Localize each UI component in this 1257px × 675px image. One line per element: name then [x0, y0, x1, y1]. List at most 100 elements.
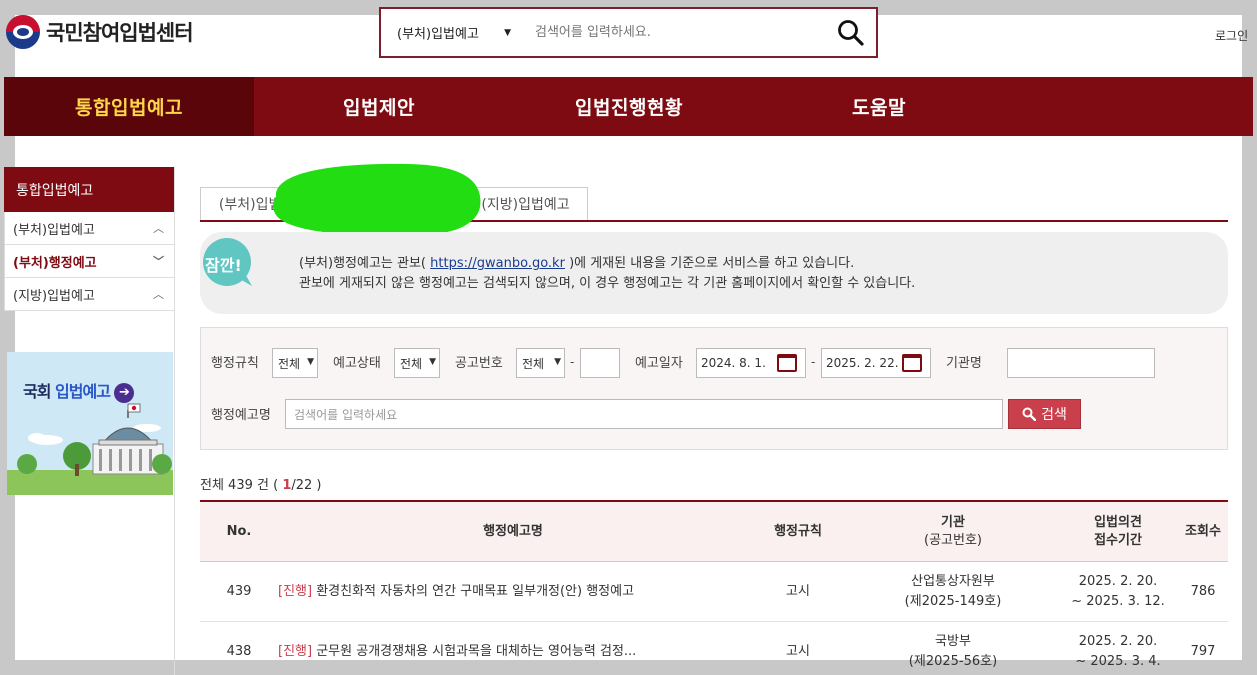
- col-period-line2: 접수기간: [1094, 532, 1142, 548]
- filter-search-label: 검색: [1041, 407, 1067, 423]
- sidebar-item-label: (부처)입법예고: [13, 222, 95, 238]
- row-title: 군무원 공개경쟁채용 시험과목을 대체하는 영어능력 검정...: [316, 643, 637, 659]
- col-views: 조회수: [1185, 523, 1221, 539]
- notice-line-1: (부처)행정예고는 관보( https://gwanbo.go.kr )에 게재…: [299, 254, 915, 274]
- main-nav: 통합입법예고 입법제안 입법진행현황 도움말: [4, 77, 1253, 136]
- col-period: 입법의견 접수기간: [1058, 514, 1178, 550]
- row-org: 국방부 (제2025-56호): [848, 632, 1058, 672]
- caret-down-icon: ▼: [307, 357, 314, 367]
- notice-badge-text: 잠깐!: [205, 256, 242, 275]
- chevron-up-icon: ︿: [153, 222, 164, 235]
- rule-select-value: 전체: [278, 356, 301, 371]
- status-select-value: 전체: [400, 356, 423, 371]
- notice-line1-pre: (부처)행정예고는 관보(: [299, 256, 426, 271]
- sidebar-divider: [174, 167, 175, 675]
- table-row: 438 [진행] 군무원 공개경쟁채용 시험과목을 대체하는 영어능력 검정..…: [200, 622, 1228, 675]
- notice-line1-post: )에 게재된 내용을 기준으로 서비스를 하고 있습니다.: [569, 256, 855, 271]
- search-filter-panel: [200, 327, 1228, 450]
- sidebar-item-label: (부처)행정예고: [13, 255, 97, 271]
- summary-current-page: 1: [282, 478, 292, 493]
- name-input-placeholder: 검색어를 입력하세요: [294, 407, 398, 422]
- row-views: 797: [1190, 643, 1216, 659]
- col-no: No.: [226, 523, 252, 539]
- row-rule: 고시: [786, 583, 810, 599]
- tab-ministry-admin[interactable]: (부처)행정예고 ∨: [326, 187, 463, 222]
- row-status: [진행]: [278, 643, 313, 659]
- status-label: 예고상태: [333, 356, 381, 371]
- filter-search-button[interactable]: 검색: [1008, 399, 1081, 429]
- row-rule: 고시: [786, 643, 810, 659]
- summary-suffix: /22 ): [291, 478, 322, 493]
- row-title-link[interactable]: [진행] 환경친화적 자동차의 연간 구매목표 일부개정(안) 행정예고: [278, 582, 748, 602]
- sidebar-item-ministry-legislation[interactable]: (부처)입법예고 ︿: [4, 212, 174, 245]
- tab-local-legislation[interactable]: (지방)입법예고: [463, 187, 588, 220]
- nav-legislation-proposal[interactable]: 입법제안: [254, 77, 504, 136]
- date-from-value: 2024. 8. 1.: [701, 356, 766, 370]
- gwanbo-link[interactable]: https://gwanbo.go.kr: [430, 256, 565, 271]
- col-period-line1: 입법의견: [1094, 514, 1142, 530]
- row-org-name: 산업통상자원부: [911, 573, 995, 589]
- row-title: 환경친화적 자동차의 연간 구매목표 일부개정(안) 행정예고: [316, 583, 635, 599]
- search-category-select[interactable]: (부처)입법예고 ▼: [381, 23, 521, 42]
- status-select[interactable]: 전체 ▼: [394, 348, 440, 378]
- search-category-value: (부처)입법예고: [397, 27, 479, 42]
- dash-separator: -: [570, 355, 575, 369]
- caret-down-icon: ▼: [504, 27, 511, 38]
- row-org-name: 국방부: [935, 633, 971, 649]
- nav-legislation-status[interactable]: 입법진행현황: [504, 77, 754, 136]
- row-period-from: 2025. 2. 20.: [1078, 633, 1158, 649]
- rule-select[interactable]: 전체 ▼: [272, 348, 318, 378]
- row-status: [진행]: [278, 583, 313, 599]
- notice-no-select[interactable]: 전체 ▼: [516, 348, 565, 378]
- row-views: 786: [1190, 583, 1216, 599]
- national-assembly-banner[interactable]: 국회 입법예고 ➔: [7, 352, 173, 495]
- nav-help[interactable]: 도움말: [754, 77, 1004, 136]
- nav-integrated-notice[interactable]: 통합입법예고: [4, 77, 254, 136]
- global-search: (부처)입법예고 ▼: [379, 7, 878, 58]
- row-no: 439: [226, 583, 252, 599]
- search-icon: [838, 19, 864, 46]
- row-period-from: 2025. 2. 20.: [1078, 573, 1158, 589]
- caret-down-icon: ▼: [554, 357, 561, 367]
- summary-prefix: 전체 439 건 (: [200, 478, 279, 493]
- date-from-input[interactable]: 2024. 8. 1.: [696, 348, 806, 378]
- rule-label: 행정규칙: [211, 356, 259, 371]
- login-link[interactable]: 로그인: [1215, 27, 1248, 44]
- site-logo[interactable]: 국민참여입법센터: [6, 15, 194, 49]
- row-period-to: ~ 2025. 3. 4.: [1075, 653, 1161, 669]
- row-title-link[interactable]: [진행] 군무원 공개경쟁채용 시험과목을 대체하는 영어능력 검정...: [278, 642, 748, 662]
- sidebar-item-ministry-admin[interactable]: (부처)행정예고 ﹀: [4, 245, 174, 278]
- col-org-line2: (공고번호): [924, 532, 982, 548]
- search-input[interactable]: [521, 25, 826, 40]
- sidebar-item-local-legislation[interactable]: (지방)입법예고 ︿: [4, 278, 174, 311]
- row-period: 2025. 2. 20. ~ 2025. 3. 4.: [1058, 632, 1178, 672]
- notice-no-select-value: 전체: [522, 356, 545, 371]
- chevron-up-icon: ︿: [153, 288, 164, 301]
- row-notice-no: (제2025-149호): [904, 593, 1002, 609]
- search-button[interactable]: [826, 10, 876, 56]
- row-no: 438: [226, 643, 252, 659]
- tab-ministry-legislation[interactable]: (부처)입법예고: [200, 187, 326, 220]
- row-period: 2025. 2. 20. ~ 2025. 3. 12.: [1058, 572, 1178, 612]
- org-input[interactable]: [1007, 348, 1155, 378]
- notice-no-input[interactable]: [580, 348, 620, 378]
- table-row: 439 [진행] 환경친화적 자동차의 연간 구매목표 일부개정(안) 행정예고…: [200, 562, 1228, 622]
- notice-table: No. 행정예고명 행정규칙 기관 (공고번호) 입법의견 접수기간 조회수 4…: [200, 500, 1228, 675]
- calendar-icon[interactable]: [777, 354, 797, 372]
- col-org: 기관 (공고번호): [848, 514, 1058, 550]
- table-header: No. 행정예고명 행정규칙 기관 (공고번호) 입법의견 접수기간 조회수: [200, 500, 1228, 562]
- org-label: 기관명: [946, 356, 982, 371]
- date-to-input[interactable]: 2025. 2. 22.: [821, 348, 931, 378]
- row-org: 산업통상자원부 (제2025-149호): [848, 572, 1058, 612]
- sub-tabs: (부처)입법예고 (부처)행정예고 ∨ (지방)입법예고: [200, 187, 1228, 222]
- chevron-down-icon: ∨: [437, 198, 447, 212]
- col-rule: 행정규칙: [774, 523, 822, 539]
- col-title: 행정예고명: [483, 523, 543, 539]
- notice-text: (부처)행정예고는 관보( https://gwanbo.go.kr )에 게재…: [299, 254, 915, 294]
- name-label: 행정예고명: [211, 408, 271, 423]
- notice-no-label: 공고번호: [455, 356, 503, 371]
- date-to-value: 2025. 2. 22.: [826, 356, 899, 370]
- name-input[interactable]: 검색어를 입력하세요: [285, 399, 1003, 429]
- calendar-icon[interactable]: [902, 354, 922, 372]
- notice-badge: 잠깐!: [200, 236, 256, 288]
